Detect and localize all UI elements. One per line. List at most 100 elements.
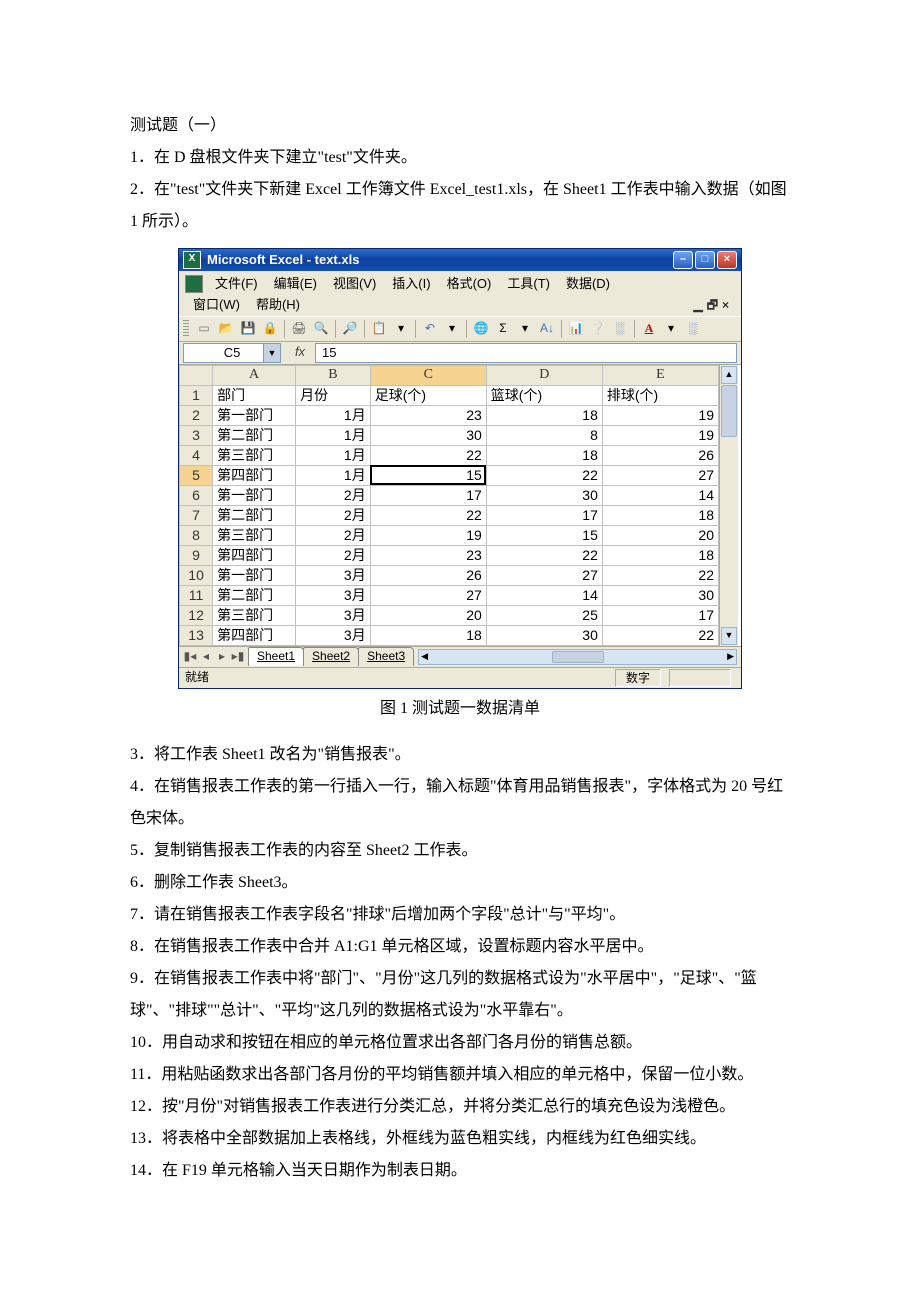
cell[interactable]: 2月	[296, 545, 371, 565]
toolbar-more-2[interactable]: ░	[684, 320, 702, 338]
cell[interactable]: 22	[486, 545, 602, 565]
cell[interactable]: 1月	[296, 405, 371, 425]
cell[interactable]: 1月	[296, 425, 371, 445]
cell[interactable]: 3月	[296, 625, 371, 645]
cell[interactable]: 19	[602, 425, 718, 445]
row-header[interactable]: 2	[180, 405, 213, 425]
cell[interactable]: 足球(个)	[370, 385, 486, 405]
help-icon[interactable]: ❔	[589, 320, 607, 338]
cell[interactable]: 17	[486, 505, 602, 525]
cell[interactable]: 20	[602, 525, 718, 545]
cell[interactable]: 篮球(个)	[486, 385, 602, 405]
cell[interactable]: 3月	[296, 565, 371, 585]
cell[interactable]: 3月	[296, 605, 371, 625]
name-box-dropdown-icon[interactable]: ▼	[263, 344, 280, 362]
menu-format[interactable]: 格式(O)	[439, 274, 500, 295]
cell[interactable]: 第二部门	[213, 425, 296, 445]
cell[interactable]: 第一部门	[213, 405, 296, 425]
col-header-C[interactable]: C	[370, 365, 486, 385]
menu-file[interactable]: 文件(F)	[207, 274, 266, 295]
cell[interactable]: 27	[602, 465, 718, 485]
research-icon[interactable]: 🔎	[341, 320, 359, 338]
hyperlink-icon[interactable]: 🌐	[472, 320, 490, 338]
paste-icon[interactable]: 📋	[370, 320, 388, 338]
cell[interactable]: 第二部门	[213, 585, 296, 605]
tab-nav-last-icon[interactable]: ▸▮	[231, 649, 245, 665]
cell[interactable]: 部门	[213, 385, 296, 405]
cell[interactable]: 8	[486, 425, 602, 445]
font-color-icon[interactable]: A	[640, 320, 658, 338]
sheet-tab-3[interactable]: Sheet3	[358, 647, 414, 666]
cell[interactable]: 第三部门	[213, 525, 296, 545]
cell[interactable]: 30	[486, 625, 602, 645]
cell[interactable]: 22	[370, 505, 486, 525]
row-header[interactable]: 10	[180, 565, 213, 585]
cell[interactable]: 23	[370, 545, 486, 565]
cell[interactable]: 25	[486, 605, 602, 625]
cell[interactable]: 第一部门	[213, 565, 296, 585]
autosum-dropdown-icon[interactable]: ▾	[516, 320, 534, 338]
menu-view[interactable]: 视图(V)	[325, 274, 384, 295]
cell[interactable]: 22	[486, 465, 602, 485]
row-header[interactable]: 9	[180, 545, 213, 565]
hscroll-left-icon[interactable]: ◀	[421, 651, 428, 663]
tab-nav-first-icon[interactable]: ▮◂	[183, 649, 197, 665]
minimize-button[interactable]: –	[673, 251, 693, 269]
menu-data[interactable]: 数据(D)	[558, 274, 618, 295]
horizontal-scrollbar[interactable]: ◀ ▶	[418, 649, 737, 665]
cell[interactable]: 1月	[296, 445, 371, 465]
cell[interactable]: 14	[486, 585, 602, 605]
formula-input[interactable]: 15	[315, 343, 737, 363]
cell[interactable]: 3月	[296, 585, 371, 605]
undo-icon[interactable]: ↶	[421, 320, 439, 338]
cell[interactable]: 月份	[296, 385, 371, 405]
row-header[interactable]: 1	[180, 385, 213, 405]
toolbar-grip[interactable]	[183, 320, 189, 338]
cell[interactable]: 18	[486, 405, 602, 425]
row-header[interactable]: 13	[180, 625, 213, 645]
menu-help[interactable]: 帮助(H)	[248, 295, 308, 316]
undo-dropdown-icon[interactable]: ▾	[443, 320, 461, 338]
mdi-close[interactable]: ×	[722, 298, 729, 314]
row-header[interactable]: 5	[180, 465, 213, 485]
cell[interactable]: 20	[370, 605, 486, 625]
cell[interactable]: 15	[370, 465, 486, 485]
print-preview-icon[interactable]: 🔍	[312, 320, 330, 338]
cell[interactable]: 2月	[296, 525, 371, 545]
cell[interactable]: 18	[486, 445, 602, 465]
paste-dropdown-icon[interactable]: ▾	[392, 320, 410, 338]
new-icon[interactable]: ▭	[195, 320, 213, 338]
font-color-dropdown-icon[interactable]: ▾	[662, 320, 680, 338]
tab-nav-prev-icon[interactable]: ◂	[199, 649, 213, 665]
row-header[interactable]: 12	[180, 605, 213, 625]
tab-nav-next-icon[interactable]: ▸	[215, 649, 229, 665]
col-header-B[interactable]: B	[296, 365, 371, 385]
vertical-scrollbar[interactable]: ▲ ▼	[719, 365, 738, 646]
cell[interactable]: 1月	[296, 465, 371, 485]
scroll-down-icon[interactable]: ▼	[721, 627, 737, 645]
toolbar-more-1[interactable]: ░	[611, 320, 629, 338]
cell[interactable]: 15	[486, 525, 602, 545]
scroll-up-icon[interactable]: ▲	[721, 366, 737, 384]
cell[interactable]: 26	[602, 445, 718, 465]
open-icon[interactable]: 📂	[217, 320, 235, 338]
fx-icon[interactable]: fx	[285, 344, 315, 361]
cell[interactable]: 19	[602, 405, 718, 425]
menu-tools[interactable]: 工具(T)	[499, 274, 558, 295]
cell[interactable]: 17	[602, 605, 718, 625]
cell[interactable]: 第一部门	[213, 485, 296, 505]
mdi-minimize[interactable]: ▁	[693, 298, 702, 314]
cell[interactable]: 30	[486, 485, 602, 505]
sheet-tab-1[interactable]: Sheet1	[248, 647, 304, 666]
cell[interactable]: 第三部门	[213, 445, 296, 465]
print-icon[interactable]: 🖨	[290, 320, 308, 338]
name-box[interactable]: C5 ▼	[183, 343, 281, 363]
save-icon[interactable]: 💾	[239, 320, 257, 338]
autosum-icon[interactable]: Σ	[494, 320, 512, 338]
row-header[interactable]: 4	[180, 445, 213, 465]
cell[interactable]: 22	[602, 565, 718, 585]
row-header[interactable]: 11	[180, 585, 213, 605]
select-all-corner[interactable]	[180, 365, 213, 385]
col-header-E[interactable]: E	[602, 365, 718, 385]
spreadsheet-grid[interactable]: A B C D E 1 部门 月份 足球(个) 篮球(个) 排球(个) 2第一部…	[179, 365, 719, 646]
